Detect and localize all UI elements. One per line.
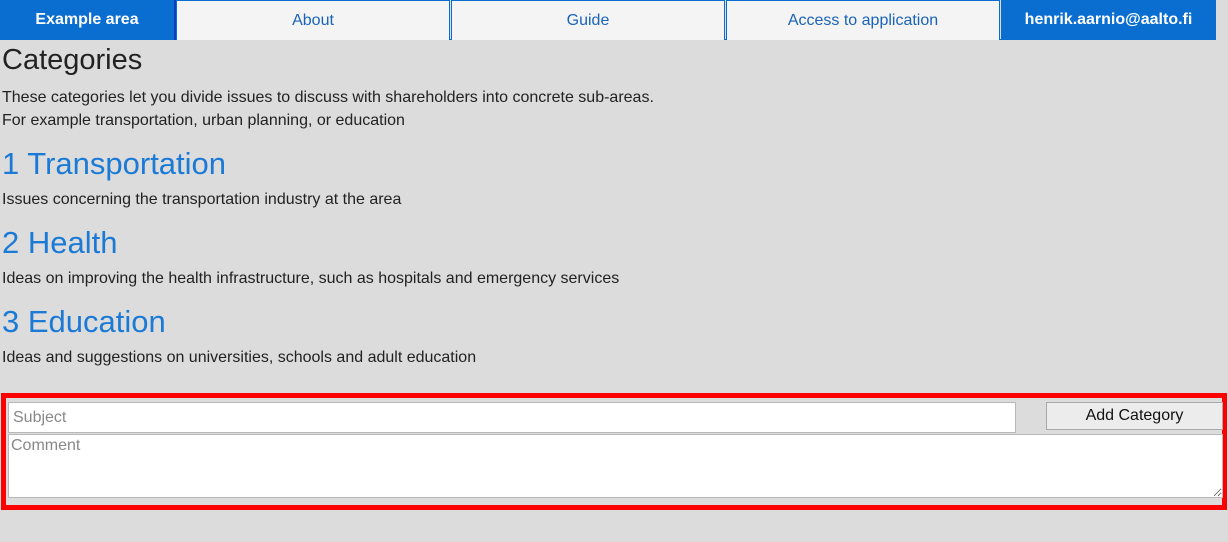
nav-brand-link[interactable]: Example area bbox=[0, 0, 176, 40]
subject-input[interactable] bbox=[8, 402, 1016, 433]
nav-link-guide[interactable]: Guide bbox=[451, 0, 725, 40]
comment-textarea[interactable] bbox=[8, 434, 1223, 498]
add-category-button[interactable]: Add Category bbox=[1046, 402, 1223, 430]
nav-link-access[interactable]: Access to application bbox=[726, 0, 1000, 40]
category-heading-link[interactable]: 2 Health bbox=[2, 223, 1212, 263]
category-list: 1 Transportation Issues concerning the t… bbox=[2, 144, 1212, 369]
category-item: 3 Education Ideas and suggestions on uni… bbox=[2, 302, 1212, 369]
nav-link-about[interactable]: About bbox=[176, 0, 450, 40]
category-heading-link[interactable]: 1 Transportation bbox=[2, 144, 1212, 184]
nav-user-link[interactable]: henrik.aarnio@aalto.fi bbox=[1001, 0, 1216, 40]
top-nav: Example area About Guide Access to appli… bbox=[0, 0, 1216, 40]
add-category-form: Add Category bbox=[1, 393, 1227, 510]
category-heading-link[interactable]: 3 Education bbox=[2, 302, 1212, 342]
category-item: 1 Transportation Issues concerning the t… bbox=[2, 144, 1212, 211]
intro-line-2: For example transportation, urban planni… bbox=[2, 112, 405, 129]
page-intro: These categories let you divide issues t… bbox=[2, 86, 1212, 132]
page-title: Categories bbox=[2, 44, 143, 76]
category-description: Issues concerning the transportation ind… bbox=[2, 191, 402, 208]
main-content: Categories These categories let you divi… bbox=[2, 40, 1212, 369]
category-description: Ideas and suggestions on universities, s… bbox=[2, 349, 477, 366]
category-item: 2 Health Ideas on improving the health i… bbox=[2, 223, 1212, 290]
category-description: Ideas on improving the health infrastruc… bbox=[2, 270, 620, 287]
intro-line-1: These categories let you divide issues t… bbox=[2, 89, 654, 106]
page: Example area About Guide Access to appli… bbox=[0, 0, 1228, 542]
